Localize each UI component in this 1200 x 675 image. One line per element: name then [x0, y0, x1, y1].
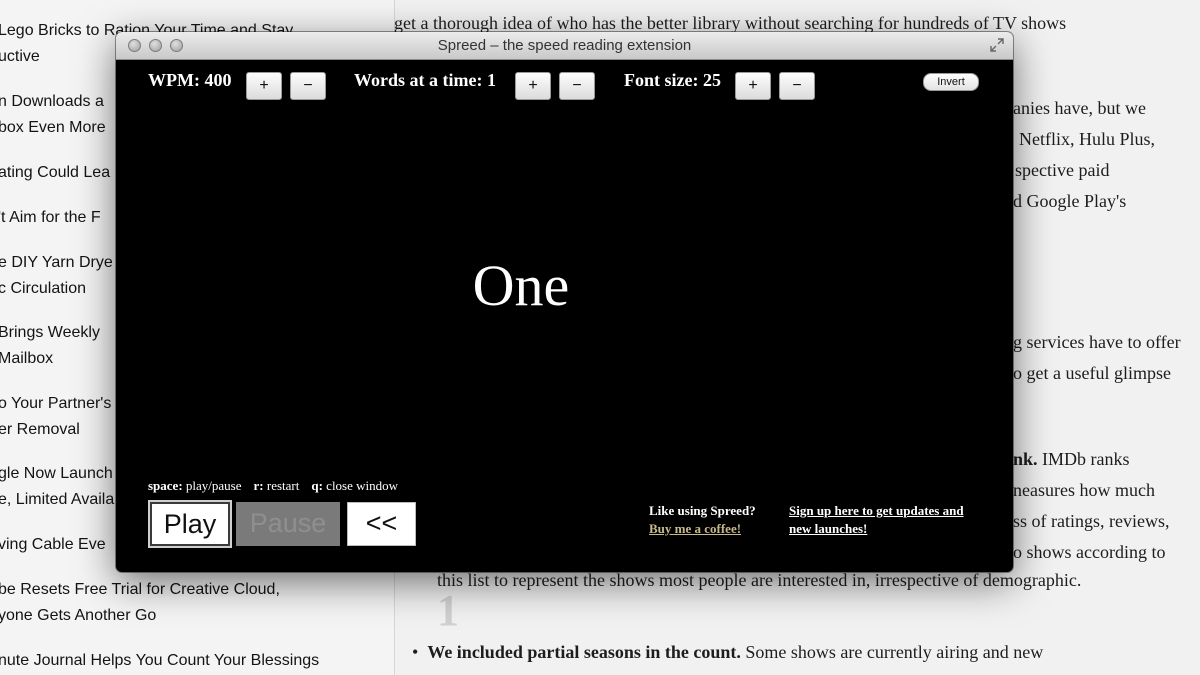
article-text: o shows according to — [1013, 542, 1166, 562]
shortcut-key: r: — [253, 478, 264, 493]
donate-promo: Like using Spreed? Buy me a coffee! — [649, 502, 756, 538]
article-text: this list to represent the shows most pe… — [437, 570, 1082, 590]
signup-promo: Sign up here to get updates and new laun… — [789, 502, 964, 538]
bullet-text: Some shows are currently airing and new — [745, 642, 1044, 662]
article-text: d Google Play's — [1013, 191, 1127, 211]
spreed-window: Spreed – the speed reading extension WPM… — [116, 32, 1013, 572]
wpm-label: WPM: 400 — [148, 70, 232, 90]
rewind-button[interactable]: << — [347, 502, 416, 546]
article-text: ss of ratings, reviews, — [1013, 511, 1170, 531]
article-bullet: • We included partial seasons in the cou… — [412, 642, 1043, 663]
shortcut-key: q: — [311, 478, 323, 493]
pause-button: Pause — [236, 502, 340, 546]
bullet-dot: • — [412, 642, 419, 662]
signup-link-line1[interactable]: Sign up here to get updates and — [789, 503, 964, 518]
sidebar-headline[interactable]: be Resets Free Trial for Creative Cloud,… — [0, 577, 418, 629]
wpm-decrease-button[interactable]: − — [290, 72, 326, 100]
article-text: anies have, but we — [1013, 98, 1146, 118]
current-word-display: One — [472, 253, 570, 318]
buy-coffee-link[interactable]: Buy me a coffee! — [649, 521, 741, 536]
shortcut-desc: restart — [266, 478, 300, 493]
headline-line: be Resets Free Trial for Creative Cloud, — [0, 581, 280, 598]
headline-line: nute Journal Helps You Count Your Blessi… — [0, 652, 320, 669]
shortcut-key: space: — [148, 478, 183, 493]
article-number-watermark: 1 — [437, 586, 459, 635]
font-size-label: Font size: 25 — [624, 70, 721, 90]
article-bold-text: nk. — [1013, 449, 1038, 469]
sidebar-headline[interactable]: nute Journal Helps You Count Your Blessi… — [0, 648, 418, 674]
keyboard-shortcuts: space: play/pause r: restart q: close wind… — [148, 478, 398, 494]
wpm-increase-button[interactable]: + — [246, 72, 282, 100]
font-size-increase-button[interactable]: + — [735, 72, 771, 100]
words-at-a-time-label: Words at a time: 1 — [354, 70, 496, 90]
window-title: Spreed – the speed reading extension — [437, 37, 692, 54]
window-titlebar[interactable]: Spreed – the speed reading extension — [116, 32, 1013, 60]
font-size-decrease-button[interactable]: − — [779, 72, 815, 100]
article-text: Netflix, Hulu Plus, — [1019, 129, 1156, 149]
article-text: get a thorough idea of who has the bette… — [394, 13, 1067, 33]
article-text: IMDb ranks — [1042, 449, 1130, 469]
fullscreen-icon[interactable] — [989, 37, 1005, 53]
words-increase-button[interactable]: + — [515, 72, 551, 100]
shortcut-desc: play/pause — [185, 478, 242, 493]
promo-question: Like using Spreed? — [649, 503, 756, 518]
headline-line: yone Gets Another Go — [0, 607, 157, 624]
article-text: nk. IMDb ranks — [1013, 449, 1130, 470]
article-text: neasures how much — [1013, 480, 1155, 500]
article-text: o get a useful glimpse — [1013, 363, 1171, 383]
shortcut-desc: close window — [326, 478, 399, 493]
article-text: spective paid — [1015, 160, 1110, 180]
play-button[interactable]: Play — [148, 500, 232, 548]
article-text: g services have to offer — [1013, 332, 1181, 352]
bullet-bold-text: We included partial seasons in the count… — [427, 642, 741, 662]
invert-button[interactable]: Invert — [923, 73, 979, 91]
words-decrease-button[interactable]: − — [559, 72, 595, 100]
signup-link-line2[interactable]: new launches! — [789, 521, 867, 536]
